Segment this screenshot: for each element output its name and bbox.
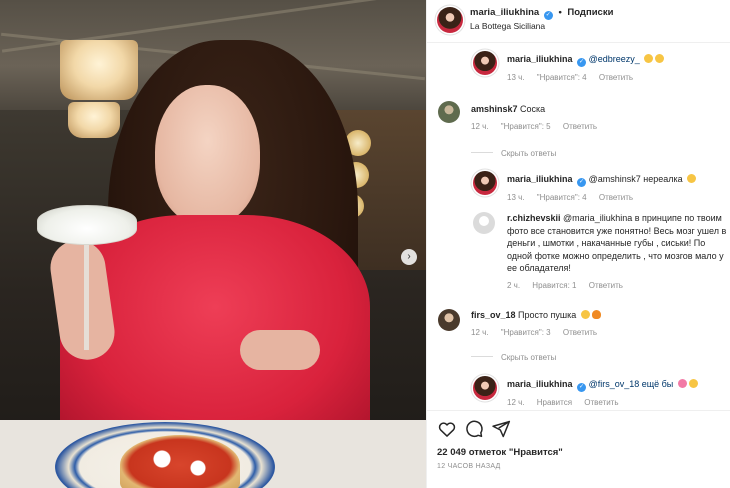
comment-time[interactable]: 2 ч. [507, 281, 520, 290]
comment-text[interactable]: @firs_ov_18 ещё бы [589, 379, 674, 389]
avatar[interactable] [473, 171, 497, 195]
comment-text: @amshinsk7 нереалка [588, 174, 683, 184]
hide-replies-label: Скрыть ответы [501, 353, 557, 362]
photo-pizza [120, 435, 240, 488]
comment: firs_ov_18 Просто пушка 12 ч. "Нравится"… [471, 309, 721, 337]
location-link[interactable]: La Bottega Siciliana [470, 21, 545, 31]
post-header: maria_iliukhina ✓ • Подписки La Bottega … [427, 0, 730, 43]
comment: amshinsk7 Соска 12 ч. "Нравится": 5 Отве… [471, 103, 721, 131]
avatar[interactable] [437, 7, 463, 33]
follow-button[interactable]: Подписки [567, 7, 613, 18]
hide-replies-label: Скрыть ответы [501, 149, 557, 158]
verified-icon: ✓ [543, 11, 553, 20]
grin-emoji-icon [655, 54, 665, 63]
avatar[interactable] [438, 309, 460, 331]
header-username[interactable]: maria_iliukhina [470, 7, 539, 18]
comment-text[interactable]: @edbreezy_ [589, 54, 640, 64]
divider [471, 152, 493, 153]
post-photo[interactable]: › [0, 0, 426, 488]
comment-likes[interactable]: "Нравится": 4 [537, 193, 587, 202]
hide-replies-button[interactable]: Скрыть ответы [471, 353, 556, 362]
chevron-right-icon[interactable]: › [401, 249, 417, 265]
comment: maria_iliukhina ✓ @amshinsk7 нереалка 13… [507, 173, 722, 202]
post-sidebar: maria_iliukhina ✓ • Подписки La Bottega … [426, 0, 730, 488]
butterfly-emoji-icon [677, 379, 687, 388]
comment-time[interactable]: 12 ч. [507, 398, 525, 407]
verified-icon: ✓ [577, 58, 587, 67]
separator: • [558, 7, 562, 18]
header-username-row: maria_iliukhina ✓ • Подписки [470, 7, 613, 20]
comment-time[interactable]: 13 ч. [507, 73, 525, 82]
photo-arm [240, 330, 320, 370]
comment-icon[interactable] [464, 419, 484, 439]
avatar[interactable] [473, 376, 497, 400]
comment-username[interactable]: r.chizhevskii [507, 213, 561, 223]
laughing-emoji-icon [580, 310, 590, 319]
photo-lamp [68, 102, 120, 138]
avatar[interactable] [473, 212, 495, 234]
photo-glass-stem [84, 240, 89, 350]
reply-button[interactable]: Ответить [599, 73, 633, 82]
photo-face [155, 85, 260, 225]
comment-likes[interactable]: "Нравится": 4 [537, 73, 587, 82]
comment-time[interactable]: 12 ч. [471, 122, 489, 131]
avatar[interactable] [473, 51, 497, 75]
comment: maria_iliukhina ✓ @edbreezy_ 13 ч. "Нрав… [507, 53, 722, 82]
avatar[interactable] [438, 101, 460, 123]
comments-list[interactable]: maria_iliukhina ✓ @edbreezy_ 13 ч. "Нрав… [427, 43, 730, 410]
comment-username[interactable]: maria_iliukhina [507, 174, 573, 184]
comment: r.chizhevskii @maria_iliukhina в принцип… [507, 212, 727, 290]
comment-likes[interactable]: Нравится: 1 [532, 281, 576, 290]
comment-likes[interactable]: Нравится [537, 398, 572, 407]
comment-time[interactable]: 13 ч. [507, 193, 525, 202]
comment-username[interactable]: maria_iliukhina [507, 379, 573, 389]
share-icon[interactable] [491, 419, 511, 439]
reply-button[interactable]: Ответить [563, 328, 597, 337]
comment-text: Просто пушка [518, 310, 577, 320]
verified-icon: ✓ [577, 383, 587, 392]
reply-button[interactable]: Ответить [563, 122, 597, 131]
reply-button[interactable]: Ответить [584, 398, 618, 407]
heart-icon[interactable] [437, 419, 457, 439]
grin-emoji-icon [687, 174, 697, 183]
reply-button[interactable]: Ответить [599, 193, 633, 202]
hide-replies-button[interactable]: Скрыть ответы [471, 149, 556, 158]
comment-username[interactable]: maria_iliukhina [507, 54, 573, 64]
comment-username[interactable]: firs_ov_18 [471, 310, 516, 320]
comment-text: Соска [520, 104, 546, 114]
divider [471, 356, 493, 357]
reply-button[interactable]: Ответить [589, 281, 623, 290]
comment-likes[interactable]: "Нравится": 5 [501, 122, 551, 131]
verified-icon: ✓ [577, 178, 587, 187]
comment-time[interactable]: 12 ч. [471, 328, 489, 337]
comment: maria_iliukhina ✓ @firs_ov_18 ещё бы 12 … [507, 378, 722, 407]
post-actions: 22 049 отметок "Нравится" 12 ЧАСОВ НАЗАД [427, 410, 730, 488]
fire-emoji-icon [591, 310, 601, 319]
comment-likes[interactable]: "Нравится": 3 [501, 328, 551, 337]
likes-count[interactable]: 22 049 отметок "Нравится" [437, 447, 563, 458]
post-timestamp[interactable]: 12 ЧАСОВ НАЗАД [437, 463, 501, 470]
photo-glass [37, 205, 137, 245]
comment-username[interactable]: amshinsk7 [471, 104, 518, 114]
grin-emoji-icon [688, 379, 698, 388]
smirk-emoji-icon [644, 54, 654, 63]
photo-lamp [60, 40, 138, 100]
